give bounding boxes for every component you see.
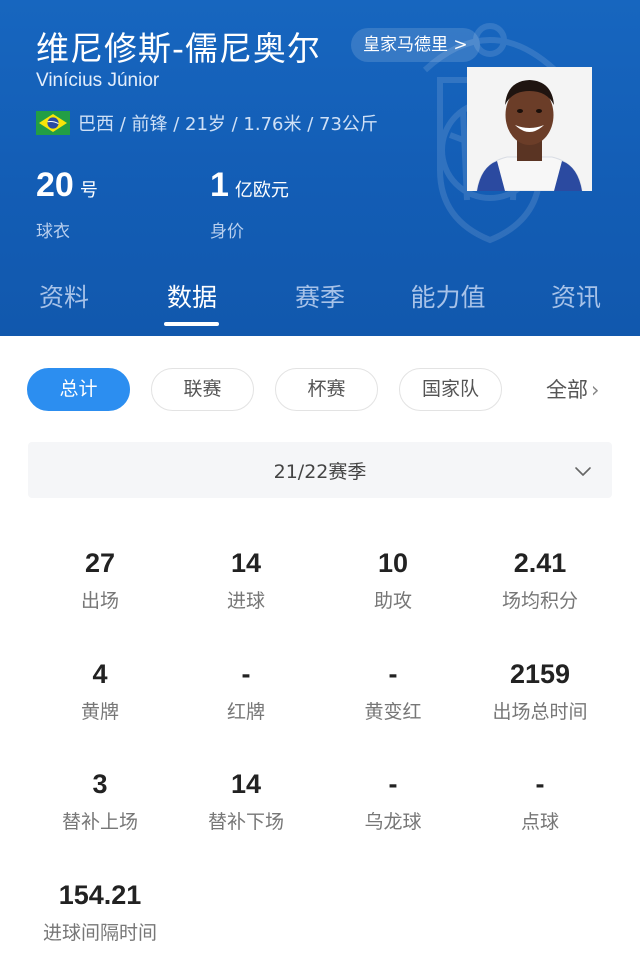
stat-value: - [388, 659, 398, 689]
stat-red-cards: - 红牌 [171, 657, 321, 724]
shirt-number: 20 号 [36, 166, 98, 204]
club-link[interactable]: 皇家马德里 > [351, 28, 480, 62]
stat-yellow-cards: 4 黄牌 [25, 657, 175, 724]
active-tab-indicator [164, 322, 219, 326]
market-value-label: 身价 [210, 222, 244, 242]
chevron-down-icon [575, 467, 591, 476]
stat-value: 3 [92, 769, 108, 799]
brazil-flag-icon [36, 111, 70, 135]
stat-points-per-game: 2.41 场均积分 [465, 546, 615, 613]
stat-value: 2159 [509, 659, 571, 689]
player-info-row: 巴西 / 前锋 / 21岁 / 1.76米 / 73公斤 [36, 109, 378, 137]
stat-label: 进球间隔时间 [42, 922, 157, 944]
filter-total[interactable]: 总计 [27, 368, 130, 411]
tab-profile[interactable]: 资料 [39, 278, 89, 314]
stat-label: 红牌 [226, 701, 265, 723]
stat-value: 4 [92, 659, 108, 689]
chevron-right-icon: › [591, 378, 600, 402]
stat-assists: 10 助攻 [318, 546, 468, 613]
stat-goals: 14 进球 [171, 546, 321, 613]
stat-label: 黄牌 [80, 701, 119, 723]
tab-data[interactable]: 数据 [167, 278, 217, 314]
season-selector[interactable]: 21/22赛季 [28, 442, 612, 498]
stat-value: 2.41 [513, 548, 567, 578]
tab-news[interactable]: 资讯 [551, 278, 601, 314]
player-info: 巴西 / 前锋 / 21岁 / 1.76米 / 73公斤 [78, 114, 378, 135]
tab-ability[interactable]: 能力值 [410, 278, 485, 314]
stat-own-goals: - 乌龙球 [318, 767, 468, 834]
stat-value: - [535, 769, 545, 799]
stat-value: 14 [230, 548, 262, 578]
season-label: 21/22赛季 [273, 461, 367, 483]
stat-minutes-per-goal: 154.21 进球间隔时间 [25, 878, 175, 945]
stat-label: 出场总时间 [492, 701, 588, 723]
shirt-label: 球衣 [36, 222, 70, 242]
tab-bar: 资料 数据 赛季 能力值 资讯 [0, 274, 640, 336]
player-name-english: Vinícius Júnior [36, 70, 160, 91]
filter-cup[interactable]: 杯赛 [275, 368, 378, 411]
stat-appearances: 27 出场 [25, 546, 175, 613]
stat-label: 出场 [80, 590, 119, 612]
stat-label: 助攻 [373, 590, 412, 612]
stat-value: - [241, 659, 251, 689]
stat-value: - [388, 769, 398, 799]
filter-all-label: 全部 [546, 378, 588, 402]
stat-value: 10 [377, 548, 409, 578]
stat-label: 进球 [226, 590, 265, 612]
player-portrait-icon [467, 67, 592, 191]
stat-sub-off: 14 替补下场 [171, 767, 321, 834]
stat-penalties: - 点球 [465, 767, 615, 834]
player-photo [467, 67, 592, 191]
stat-value: 154.21 [58, 880, 142, 910]
filter-league[interactable]: 联赛 [151, 368, 254, 411]
stat-label: 替补上场 [61, 811, 138, 833]
filter-all-button[interactable]: 全部 › [546, 374, 599, 404]
stat-label: 点球 [520, 811, 559, 833]
stat-sub-on: 3 替补上场 [25, 767, 175, 834]
stat-label: 场均积分 [501, 590, 578, 612]
stat-value: 14 [230, 769, 262, 799]
player-header: 维尼修斯-儒尼奥尔 皇家马德里 > Vinícius Júnior 巴西 / 前… [0, 0, 640, 336]
filter-national-team[interactable]: 国家队 [399, 368, 502, 411]
stat-minutes-played: 2159 出场总时间 [465, 657, 615, 724]
tab-season[interactable]: 赛季 [295, 278, 345, 314]
player-name: 维尼修斯-儒尼奥尔 [36, 29, 321, 68]
stat-label: 黄变红 [364, 701, 422, 723]
market-value: 1 亿欧元 [210, 166, 289, 204]
stat-label: 替补下场 [207, 811, 284, 833]
stat-label: 乌龙球 [364, 811, 422, 833]
stat-second-yellow: - 黄变红 [318, 657, 468, 724]
stat-value: 27 [84, 548, 116, 578]
